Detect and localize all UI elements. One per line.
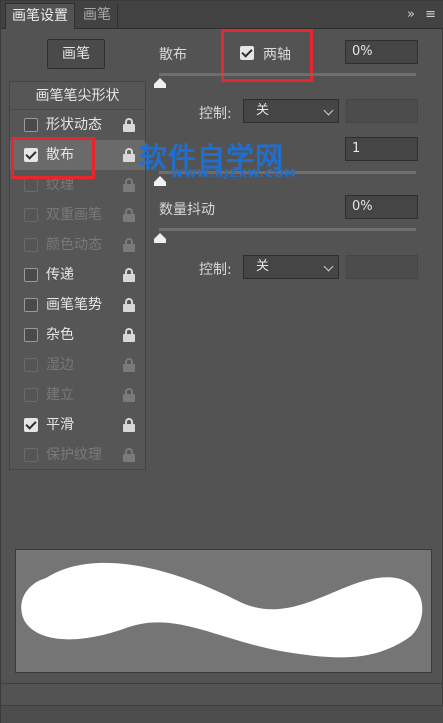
lock-icon[interactable] (123, 328, 135, 342)
list-item-label: 湿边 (46, 357, 74, 373)
count-jitter-slider-track[interactable] (159, 228, 416, 231)
list-item-brush-pose[interactable]: 画笔笔势 (10, 290, 145, 320)
brush-tip-shape-item[interactable]: 画笔笔尖形状 (10, 82, 145, 110)
lock-icon[interactable] (123, 418, 135, 432)
shape-dynamics-checkbox[interactable] (24, 118, 38, 132)
lock-icon[interactable] (123, 358, 135, 372)
list-item-label: 双重画笔 (46, 207, 102, 223)
select-value: 关 (256, 259, 270, 274)
list-item-dual-brush[interactable]: 双重画笔 (10, 200, 145, 230)
protect-texture-checkbox[interactable] (24, 448, 38, 462)
lock-icon[interactable] (123, 238, 135, 252)
scatter-slider-track[interactable] (159, 73, 416, 76)
control-label: 控制: (199, 262, 232, 278)
list-item-smoothing[interactable]: 平滑 (10, 410, 145, 440)
tab-brushes[interactable]: 画笔 (77, 3, 118, 29)
list-item-wet-edges[interactable]: 湿边 (10, 350, 145, 380)
select-value: 关 (256, 103, 270, 118)
watermark-url: WWW.RJZXW.COM (171, 167, 297, 180)
list-item-protect-texture[interactable]: 保护纹理 (10, 440, 145, 470)
brushes-button[interactable]: 画笔 (47, 39, 105, 69)
brush-stroke-preview (15, 549, 432, 673)
expand-icon[interactable]: » (407, 7, 415, 22)
list-item-label: 颜色动态 (46, 237, 102, 253)
lock-icon[interactable] (123, 448, 135, 462)
lock-icon[interactable] (123, 208, 135, 222)
list-item-label: 传递 (46, 267, 74, 283)
list-item-label: 形状动态 (46, 117, 102, 133)
count-jitter-label: 数量抖动 (159, 202, 215, 218)
tab-bar: 画笔设置 画笔 » ≡ (1, 1, 443, 29)
count-jitter-control-extra-field (346, 255, 418, 279)
chevron-down-icon (323, 261, 334, 272)
smoothing-checkbox[interactable] (24, 418, 38, 432)
list-item-label: 建立 (46, 387, 74, 403)
brush-stroke-icon (21, 562, 423, 658)
build-up-checkbox[interactable] (24, 388, 38, 402)
bottom-toolbar (1, 683, 443, 705)
count-jitter-value-field[interactable]: 0% (345, 195, 418, 219)
list-item-label: 杂色 (46, 327, 74, 343)
panel-menu-icon[interactable]: ≡ (425, 7, 436, 22)
dual-brush-checkbox[interactable] (24, 208, 38, 222)
lock-icon[interactable] (123, 388, 135, 402)
scatter-label: 散布 (159, 47, 187, 63)
brush-pose-checkbox[interactable] (24, 298, 38, 312)
list-item-label: 保护纹理 (46, 447, 102, 463)
scatter-value-field[interactable]: 0% (345, 40, 418, 64)
list-item-transfer[interactable]: 传递 (10, 260, 145, 290)
chevron-down-icon (323, 105, 334, 116)
lock-icon[interactable] (123, 178, 135, 192)
color-dynamics-checkbox[interactable] (24, 238, 38, 252)
list-item-color-dynamics[interactable]: 颜色动态 (10, 230, 145, 260)
list-item-label: 平滑 (46, 417, 74, 433)
count-jitter-control-select[interactable]: 关 (243, 255, 339, 279)
lock-icon[interactable] (123, 148, 135, 162)
scatter-control-extra-field (346, 99, 418, 123)
highlight-box-scattering-item (11, 137, 95, 179)
texture-checkbox[interactable] (24, 178, 38, 192)
scatter-control-select[interactable]: 关 (243, 99, 339, 123)
list-item-shape-dynamics[interactable]: 形状动态 (10, 110, 145, 140)
tab-brush-settings[interactable]: 画笔设置 (5, 3, 75, 29)
count-jitter-slider-thumb[interactable] (154, 233, 166, 243)
panel-icons: » ≡ (401, 7, 436, 22)
lock-icon[interactable] (123, 298, 135, 312)
noise-checkbox[interactable] (24, 328, 38, 342)
list-item-noise[interactable]: 杂色 (10, 320, 145, 350)
brush-settings-panel: 画笔设置 画笔 » ≡ 画笔 画笔笔尖形状 形状动态 散布 纹理 双重画笔 颜色… (0, 0, 443, 723)
control-label: 控制: (199, 106, 232, 122)
count-value-field[interactable]: 1 (345, 137, 418, 161)
lock-icon[interactable] (123, 118, 135, 132)
count-slider-thumb[interactable] (154, 176, 166, 186)
list-item-build-up[interactable]: 建立 (10, 380, 145, 410)
list-item-label: 画笔笔势 (46, 297, 102, 313)
resize-bar (1, 705, 443, 723)
wet-edges-checkbox[interactable] (24, 358, 38, 372)
scatter-slider-thumb[interactable] (154, 78, 166, 88)
transfer-checkbox[interactable] (24, 268, 38, 282)
lock-icon[interactable] (123, 268, 135, 282)
